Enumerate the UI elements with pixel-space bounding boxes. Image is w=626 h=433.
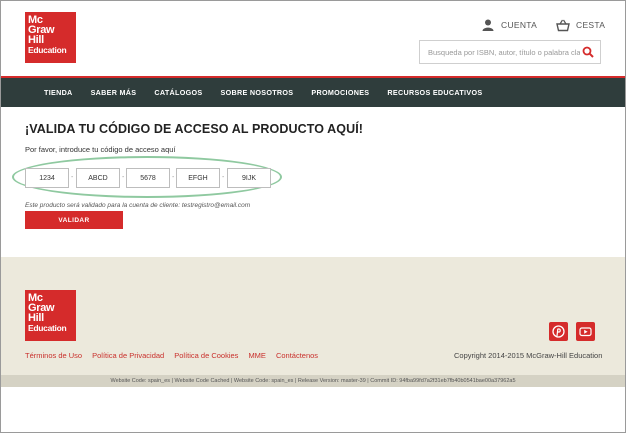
nav-item-sobre-nosotros[interactable]: SOBRE NOSOTROS (221, 88, 294, 97)
code-field-2[interactable]: ABCD (76, 168, 120, 188)
footer-link-mme[interactable]: MME (248, 351, 266, 360)
nav-item-recursos-educativos[interactable]: RECURSOS EDUCATIVOS (387, 88, 482, 97)
footer-link-privacy[interactable]: Política de Privacidad (92, 351, 164, 360)
code-separator: - (122, 174, 125, 181)
logo-line-4: Education (28, 45, 67, 55)
footer-links: Términos de Uso Política de Privacidad P… (25, 351, 328, 360)
code-field-4[interactable]: EFGH (176, 168, 220, 188)
page-title: ¡VALIDA TU CÓDIGO DE ACCESO AL PRODUCTO … (25, 122, 364, 136)
nav-item-tienda[interactable]: TIENDA (44, 88, 73, 97)
cart-label: CESTA (576, 20, 606, 30)
logo-line-4: Education (28, 323, 67, 333)
footer-link-contact[interactable]: Contáctenos (276, 351, 318, 360)
user-icon (482, 19, 494, 31)
logo-line-3: Hill (28, 312, 44, 324)
copyright-text: Copyright 2014-2015 McGraw-Hill Educatio… (454, 351, 603, 360)
code-separator: - (172, 174, 175, 181)
search-icon[interactable] (582, 46, 594, 58)
mcgraw-hill-logo[interactable]: Mc Graw Hill Education (25, 12, 76, 63)
build-info-text: Website Code: spain_es | Website Code Ca… (110, 378, 516, 384)
footer-link-terms[interactable]: Términos de Uso (25, 351, 82, 360)
validation-note: Este producto será validado para la cuen… (25, 202, 251, 209)
footer-link-cookies[interactable]: Política de Cookies (174, 351, 238, 360)
build-info-bar: Website Code: spain_es | Website Code Ca… (1, 375, 625, 387)
nav-item-catalogos[interactable]: CATÁLOGOS (154, 88, 202, 97)
footer-logo[interactable]: Mc Graw Hill Education (25, 290, 76, 341)
code-field-5[interactable]: 9IJK (227, 168, 271, 188)
pinterest-glyph-icon (552, 325, 565, 338)
pinterest-icon[interactable] (549, 322, 568, 341)
nav-item-promociones[interactable]: PROMOCIONES (311, 88, 369, 97)
search-input[interactable] (420, 41, 580, 63)
nav-item-saber-mas[interactable]: SABER MÁS (91, 88, 137, 97)
main-nav: TIENDA SABER MÁS CATÁLOGOS SOBRE NOSOTRO… (1, 78, 625, 107)
code-prompt: Por favor, introduce tu código de acceso… (25, 145, 176, 154)
code-field-1[interactable]: 1234 (25, 168, 69, 188)
code-separator: - (71, 174, 74, 181)
code-separator: - (222, 174, 225, 181)
cart-link[interactable]: CESTA (556, 18, 605, 32)
validate-button[interactable]: VALIDAR (25, 211, 123, 229)
basket-icon (556, 19, 570, 32)
logo-line-3: Hill (28, 34, 44, 46)
youtube-glyph-icon (579, 327, 592, 337)
code-field-3[interactable]: 5678 (126, 168, 170, 188)
account-link[interactable]: CUENTA (481, 18, 537, 32)
account-label: CUENTA (501, 20, 538, 30)
youtube-icon[interactable] (576, 322, 595, 341)
search-box (419, 40, 601, 64)
